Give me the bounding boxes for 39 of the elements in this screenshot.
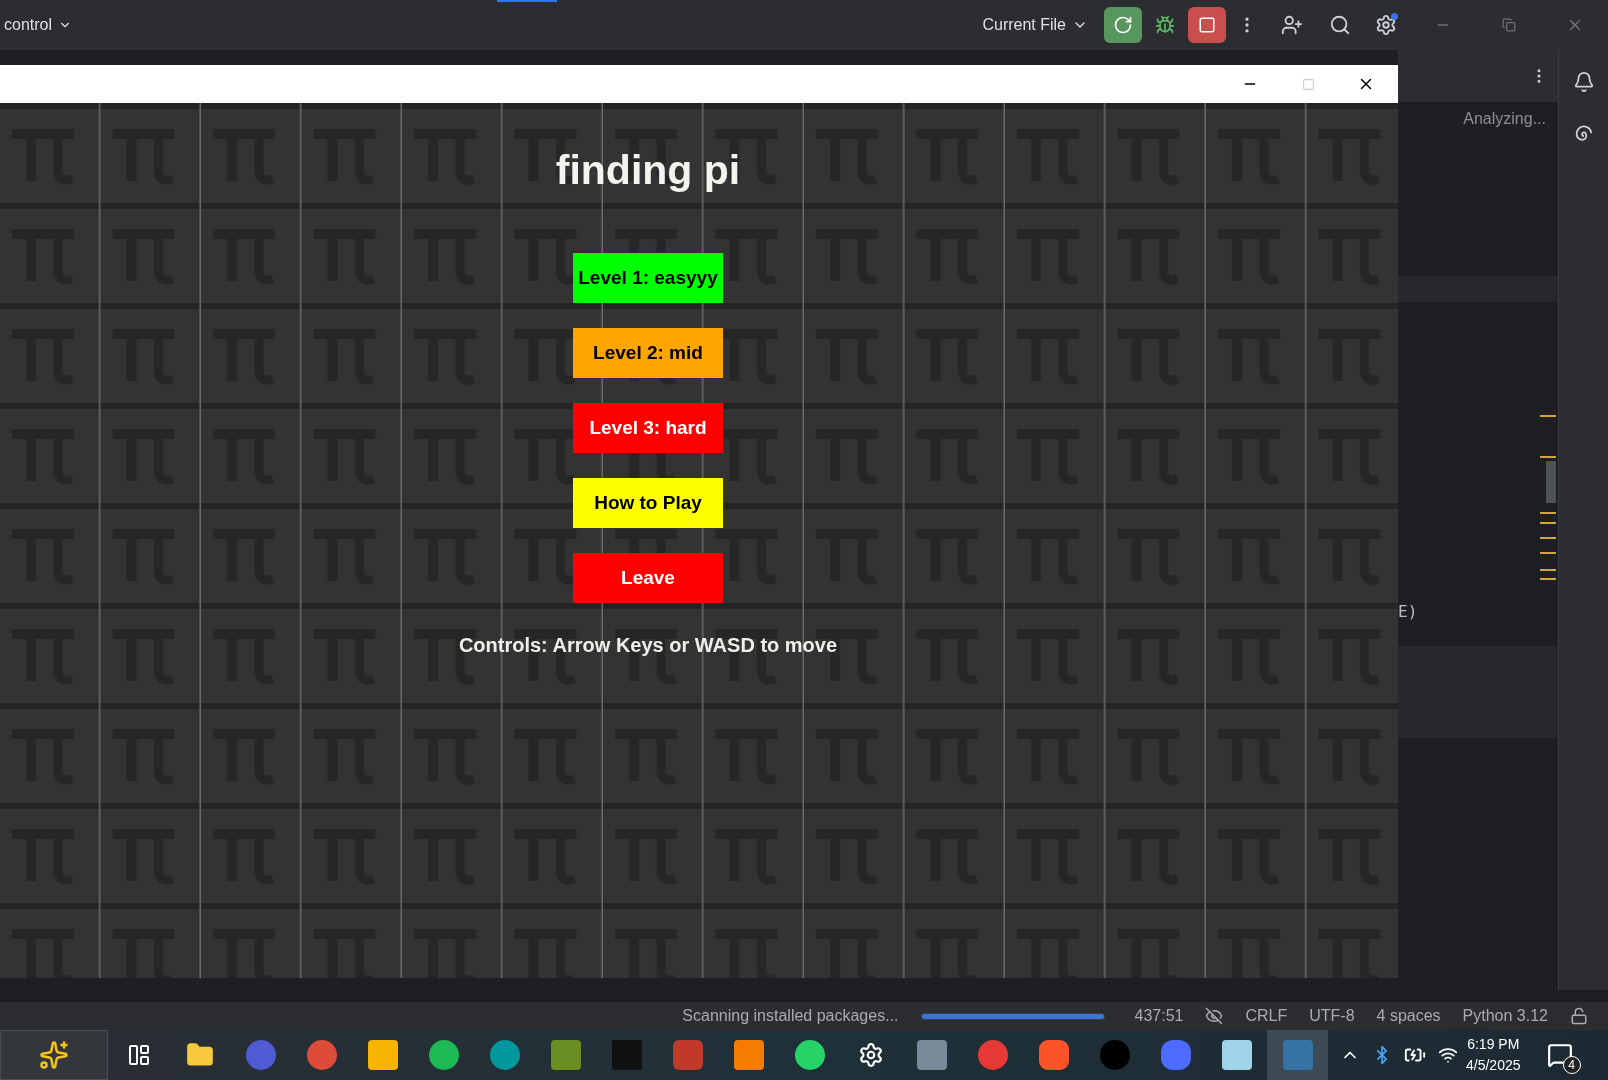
- menu-button[interactable]: Level 1: easyyy: [573, 253, 723, 303]
- controls-hint: Controls: Arrow Keys or WASD to move: [458, 634, 838, 657]
- scrollbar-marker: [1540, 522, 1556, 524]
- scrollbar-marker: [1540, 512, 1556, 514]
- scrollbar-marker: [1540, 552, 1556, 554]
- task-status: Scanning installed packages...: [682, 1007, 899, 1025]
- scrollbar-thumb[interactable]: [1546, 461, 1556, 503]
- cursor-position[interactable]: 437:51: [1134, 1007, 1184, 1025]
- menu-button[interactable]: Leave: [573, 553, 723, 603]
- code-text: E): [1398, 602, 1418, 621]
- scrollbar-marker: [1540, 578, 1556, 580]
- scrollbar-marker: [1540, 537, 1556, 539]
- file-encoding[interactable]: UTF-8: [1309, 1007, 1355, 1025]
- wifi-icon[interactable]: [1438, 1045, 1458, 1065]
- stop-icon: [1198, 16, 1216, 34]
- run-config-dropdown[interactable]: Current File: [976, 15, 1094, 35]
- notification-count: 4: [1562, 1056, 1581, 1074]
- sparkle-button[interactable]: [0, 1030, 108, 1080]
- scrollbar-marker: [1540, 415, 1556, 417]
- scrollbar-marker: [1540, 456, 1556, 458]
- menu-button[interactable]: How to Play: [573, 478, 723, 528]
- lock-icon[interactable]: [1570, 1007, 1588, 1025]
- menu-button[interactable]: Level 3: hard: [573, 403, 723, 453]
- stop-button[interactable]: [1188, 7, 1226, 43]
- sparkle-icon: [39, 1040, 69, 1070]
- indent-setting[interactable]: 4 spaces: [1376, 1007, 1441, 1025]
- menu-button[interactable]: Level 2: mid: [573, 328, 723, 378]
- clock-time[interactable]: 6:19 PM: [1467, 1034, 1520, 1055]
- clock-date[interactable]: 4/5/2025: [1466, 1055, 1521, 1076]
- game-title: finding pi: [555, 147, 741, 194]
- interpreter[interactable]: Python 3.12: [1462, 1007, 1548, 1025]
- eye-off-icon[interactable]: [1205, 1007, 1224, 1025]
- scrollbar-marker: [1540, 569, 1556, 571]
- bug-icon[interactable]: [1155, 15, 1175, 35]
- analysis-status: Analyzing...: [1463, 110, 1546, 127]
- project-dropdown[interactable]: control: [4, 16, 73, 34]
- rerun-icon: [1113, 15, 1133, 35]
- line-ending[interactable]: CRLF: [1245, 1007, 1288, 1025]
- rerun-button[interactable]: [1104, 7, 1142, 43]
